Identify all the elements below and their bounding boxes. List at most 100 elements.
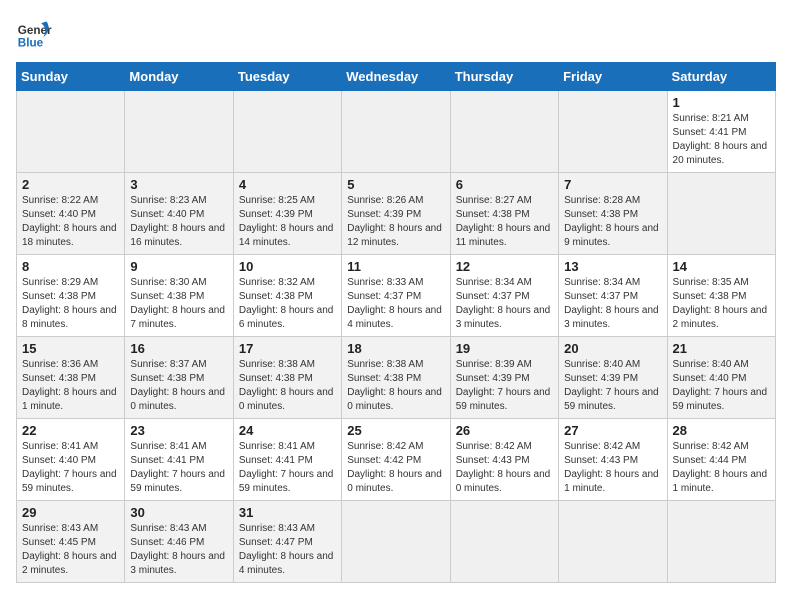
calendar: SundayMondayTuesdayWednesdayThursdayFrid… [16, 62, 776, 583]
empty-cell [125, 91, 233, 173]
calendar-day-21: 21 Sunrise: 8:40 AMSunset: 4:40 PMDayligh… [667, 337, 775, 419]
calendar-day-12: 12 Sunrise: 8:34 AMSunset: 4:37 PMDayligh… [450, 255, 558, 337]
calendar-day-14: 14 Sunrise: 8:35 AMSunset: 4:38 PMDayligh… [667, 255, 775, 337]
day-number: 22 [22, 423, 119, 438]
day-number: 13 [564, 259, 661, 274]
calendar-row-2: 8 Sunrise: 8:29 AMSunset: 4:38 PMDaylight… [17, 255, 776, 337]
day-number: 15 [22, 341, 119, 356]
calendar-day-7: 7 Sunrise: 8:28 AMSunset: 4:38 PMDaylight… [559, 173, 667, 255]
day-info: Sunrise: 8:34 AMSunset: 4:37 PMDaylight:… [456, 276, 553, 332]
day-info: Sunrise: 8:42 AMSunset: 4:43 PMDaylight:… [456, 440, 553, 496]
calendar-day-6: 6 Sunrise: 8:27 AMSunset: 4:38 PMDaylight… [450, 173, 558, 255]
day-info: Sunrise: 8:37 AMSunset: 4:38 PMDaylight:… [130, 358, 227, 414]
day-number: 17 [239, 341, 336, 356]
day-number: 11 [347, 259, 444, 274]
header-day-wednesday: Wednesday [342, 63, 450, 91]
day-number: 25 [347, 423, 444, 438]
day-info: Sunrise: 8:42 AMSunset: 4:43 PMDaylight:… [564, 440, 661, 496]
calendar-day-11: 11 Sunrise: 8:33 AMSunset: 4:37 PMDayligh… [342, 255, 450, 337]
calendar-day-26: 26 Sunrise: 8:42 AMSunset: 4:43 PMDayligh… [450, 419, 558, 501]
calendar-row-5: 29 Sunrise: 8:43 AMSunset: 4:45 PMDayligh… [17, 501, 776, 583]
day-number: 20 [564, 341, 661, 356]
day-number: 6 [456, 177, 553, 192]
calendar-day-9: 9 Sunrise: 8:30 AMSunset: 4:38 PMDaylight… [125, 255, 233, 337]
day-info: Sunrise: 8:41 AMSunset: 4:41 PMDaylight:… [130, 440, 227, 496]
header: General Blue [16, 16, 776, 52]
day-number: 2 [22, 177, 119, 192]
empty-cell [233, 91, 341, 173]
header-day-saturday: Saturday [667, 63, 775, 91]
day-number: 12 [456, 259, 553, 274]
day-info: Sunrise: 8:28 AMSunset: 4:38 PMDaylight:… [564, 194, 661, 250]
day-info: Sunrise: 8:38 AMSunset: 4:38 PMDaylight:… [347, 358, 444, 414]
empty-cell [342, 501, 450, 583]
day-number: 3 [130, 177, 227, 192]
empty-cell [559, 501, 667, 583]
day-info: Sunrise: 8:38 AMSunset: 4:38 PMDaylight:… [239, 358, 336, 414]
empty-cell [450, 501, 558, 583]
calendar-row-3: 15 Sunrise: 8:36 AMSunset: 4:38 PMDayligh… [17, 337, 776, 419]
empty-cell [342, 91, 450, 173]
day-number: 8 [22, 259, 119, 274]
day-number: 10 [239, 259, 336, 274]
calendar-day-30: 30Sunrise: 8:43 AMSunset: 4:46 PMDayligh… [125, 501, 233, 583]
day-info: Sunrise: 8:42 AMSunset: 4:44 PMDaylight:… [673, 440, 770, 496]
calendar-day-1: 1 Sunrise: 8:21 AMSunset: 4:41 PMDaylight… [667, 91, 775, 173]
calendar-day-5: 5Sunrise: 8:26 AMSunset: 4:39 PMDaylight… [342, 173, 450, 255]
day-info: Sunrise: 8:43 AMSunset: 4:46 PMDaylight:… [130, 522, 227, 578]
day-number: 24 [239, 423, 336, 438]
calendar-day-23: 23 Sunrise: 8:41 AMSunset: 4:41 PMDayligh… [125, 419, 233, 501]
calendar-day-15: 15 Sunrise: 8:36 AMSunset: 4:38 PMDayligh… [17, 337, 125, 419]
calendar-day-28: 28Sunrise: 8:42 AMSunset: 4:44 PMDayligh… [667, 419, 775, 501]
empty-cell [667, 501, 775, 583]
day-info: Sunrise: 8:27 AMSunset: 4:38 PMDaylight:… [456, 194, 553, 250]
day-info: Sunrise: 8:30 AMSunset: 4:38 PMDaylight:… [130, 276, 227, 332]
calendar-day-8: 8 Sunrise: 8:29 AMSunset: 4:38 PMDaylight… [17, 255, 125, 337]
day-info: Sunrise: 8:43 AMSunset: 4:47 PMDaylight:… [239, 522, 336, 578]
calendar-day-13: 13Sunrise: 8:34 AMSunset: 4:37 PMDayligh… [559, 255, 667, 337]
calendar-day-3: 3Sunrise: 8:23 AMSunset: 4:40 PMDaylight… [125, 173, 233, 255]
header-day-tuesday: Tuesday [233, 63, 341, 91]
day-number: 9 [130, 259, 227, 274]
header-day-sunday: Sunday [17, 63, 125, 91]
empty-cell [559, 91, 667, 173]
calendar-day-25: 25 Sunrise: 8:42 AMSunset: 4:42 PMDayligh… [342, 419, 450, 501]
calendar-day-27: 27 Sunrise: 8:42 AMSunset: 4:43 PMDayligh… [559, 419, 667, 501]
day-info: Sunrise: 8:39 AMSunset: 4:39 PMDaylight:… [456, 358, 553, 414]
day-number: 18 [347, 341, 444, 356]
day-info: Sunrise: 8:36 AMSunset: 4:38 PMDaylight:… [22, 358, 119, 414]
calendar-header-row: SundayMondayTuesdayWednesdayThursdayFrid… [17, 63, 776, 91]
day-number: 29 [22, 505, 119, 520]
day-info: Sunrise: 8:21 AMSunset: 4:41 PMDaylight:… [673, 112, 770, 168]
day-info: Sunrise: 8:41 AMSunset: 4:41 PMDaylight:… [239, 440, 336, 496]
day-info: Sunrise: 8:43 AMSunset: 4:45 PMDaylight:… [22, 522, 119, 578]
calendar-row-0: 1 Sunrise: 8:21 AMSunset: 4:41 PMDaylight… [17, 91, 776, 173]
header-day-monday: Monday [125, 63, 233, 91]
day-number: 7 [564, 177, 661, 192]
day-number: 14 [673, 259, 770, 274]
day-info: Sunrise: 8:25 AMSunset: 4:39 PMDaylight:… [239, 194, 336, 250]
day-number: 26 [456, 423, 553, 438]
empty-cell [667, 173, 775, 255]
day-info: Sunrise: 8:33 AMSunset: 4:37 PMDaylight:… [347, 276, 444, 332]
calendar-day-22: 22Sunrise: 8:41 AMSunset: 4:40 PMDayligh… [17, 419, 125, 501]
day-info: Sunrise: 8:35 AMSunset: 4:38 PMDaylight:… [673, 276, 770, 332]
day-number: 27 [564, 423, 661, 438]
day-number: 4 [239, 177, 336, 192]
day-info: Sunrise: 8:22 AMSunset: 4:40 PMDaylight:… [22, 194, 119, 250]
day-number: 21 [673, 341, 770, 356]
day-info: Sunrise: 8:29 AMSunset: 4:38 PMDaylight:… [22, 276, 119, 332]
calendar-day-31: 31 Sunrise: 8:43 AMSunset: 4:47 PMDayligh… [233, 501, 341, 583]
day-number: 23 [130, 423, 227, 438]
day-number: 5 [347, 177, 444, 192]
day-number: 1 [673, 95, 770, 110]
empty-cell [17, 91, 125, 173]
calendar-day-18: 18 Sunrise: 8:38 AMSunset: 4:38 PMDayligh… [342, 337, 450, 419]
day-number: 31 [239, 505, 336, 520]
svg-text:Blue: Blue [18, 37, 44, 50]
calendar-day-4: 4 Sunrise: 8:25 AMSunset: 4:39 PMDaylight… [233, 173, 341, 255]
calendar-day-29: 29 Sunrise: 8:43 AMSunset: 4:45 PMDayligh… [17, 501, 125, 583]
header-day-thursday: Thursday [450, 63, 558, 91]
day-info: Sunrise: 8:42 AMSunset: 4:42 PMDaylight:… [347, 440, 444, 496]
day-info: Sunrise: 8:40 AMSunset: 4:40 PMDaylight:… [673, 358, 770, 414]
